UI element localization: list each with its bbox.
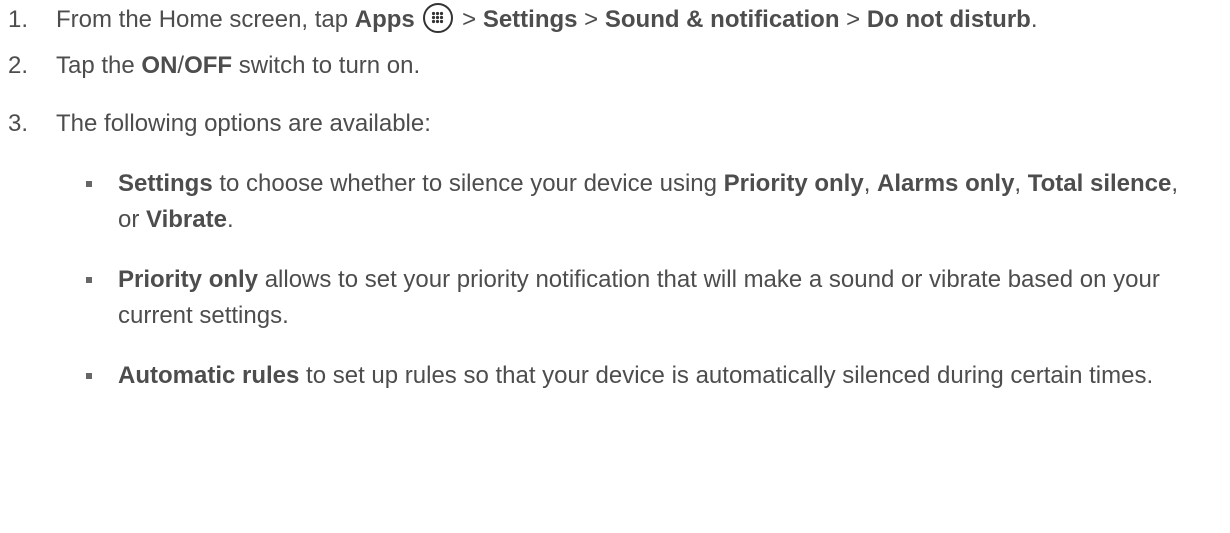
step-number: 2. (8, 52, 29, 79)
step-number: 1. (8, 6, 29, 33)
sound-notification-label: Sound & notification (604, 6, 840, 33)
vibrate-label: Vibrate (146, 206, 227, 233)
separator: > (577, 6, 605, 33)
settings-label: Settings (482, 6, 578, 33)
instructions-page: 1. From the Home screen, tap Apps > Setti… (0, 0, 1230, 533)
comma: , (863, 170, 878, 197)
apps-grid-icon (423, 2, 454, 33)
step-text: Tap the (56, 52, 142, 79)
on-label: ON (141, 52, 178, 79)
priority-only-label: Priority only (723, 170, 864, 197)
option-settings: Settings to choose whether to silence yo… (0, 166, 1230, 238)
comma: , (1014, 170, 1028, 197)
option-automatic-rules: Automatic rules to set up rules so that … (0, 358, 1230, 394)
step-number: 3. (8, 110, 29, 137)
options-list: Settings to choose whether to silence yo… (0, 166, 1230, 394)
option-text: to choose whether to silence your device… (212, 170, 724, 197)
step-text: switch to turn on. (232, 52, 421, 79)
bullet-icon (86, 181, 92, 187)
apps-label: Apps (354, 6, 415, 33)
step-text: From the Home screen, tap (56, 6, 355, 33)
period: . (1030, 6, 1038, 33)
bullet-icon (86, 373, 92, 379)
step-2: 2. Tap the ON/OFF switch to turn on. (0, 48, 1230, 84)
option-term: Automatic rules (118, 362, 300, 389)
option-text: allows to set your priority notification… (118, 266, 1160, 329)
option-term: Settings (118, 170, 213, 197)
option-priority-only: Priority only allows to set your priorit… (0, 262, 1230, 334)
option-text: to set up rules so that your device is a… (299, 362, 1154, 389)
separator: > (455, 6, 483, 33)
period: . (226, 206, 234, 233)
do-not-disturb-label: Do not disturb (866, 6, 1031, 33)
option-term: Priority only (118, 266, 259, 293)
separator: > (839, 6, 867, 33)
off-label: OFF (184, 52, 233, 79)
alarms-only-label: Alarms only (877, 170, 1015, 197)
total-silence-label: Total silence (1027, 170, 1172, 197)
step-text: The following options are available: (56, 110, 431, 137)
bullet-icon (86, 277, 92, 283)
step-3: 3. The following options are available: (0, 106, 1230, 142)
step-1: 1. From the Home screen, tap Apps > Setti… (0, 2, 1230, 38)
